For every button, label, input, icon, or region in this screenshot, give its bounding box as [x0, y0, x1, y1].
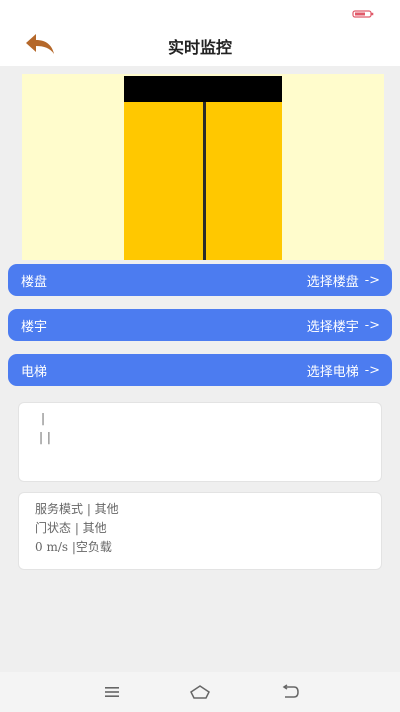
elevator-info-card: 服务模式 | 其他 门状态 | 其他 0 m/s |空负载	[18, 492, 382, 570]
service-mode-text: 服务模式 | 其他	[35, 502, 119, 516]
status-line-1: |	[41, 411, 46, 425]
select-building-action[interactable]: 选择楼宇	[307, 316, 359, 335]
elevator-door-right	[206, 102, 282, 260]
home-button[interactable]	[188, 682, 212, 702]
menu-button[interactable]	[100, 682, 124, 702]
property-label: 楼盘	[21, 274, 48, 290]
system-nav-bar	[0, 672, 400, 712]
menu-icon	[105, 687, 119, 697]
page-title: 实时监控	[167, 38, 232, 57]
select-property-row[interactable]: 楼盘 选择楼盘 ->	[8, 264, 392, 296]
select-property-action[interactable]: 选择楼盘	[307, 271, 359, 290]
battery-icon	[352, 10, 374, 18]
arrow-right-icon: ->	[364, 317, 380, 333]
select-elevator-action[interactable]: 选择电梯	[307, 361, 359, 380]
status-line-2: | |	[39, 430, 51, 444]
elevator-visual	[22, 74, 384, 260]
arrow-right-icon: ->	[364, 362, 380, 378]
door-status-text: 门状态 | 其他	[35, 521, 107, 535]
nav-back-button[interactable]	[278, 682, 302, 702]
elevator-door-left	[124, 102, 203, 260]
app-header: 实时监控	[0, 0, 400, 66]
arrow-right-icon: ->	[364, 272, 380, 288]
select-elevator-row[interactable]: 电梯 选择电梯 ->	[8, 354, 392, 386]
building-label: 楼宇	[21, 319, 48, 335]
select-building-row[interactable]: 楼宇 选择楼宇 ->	[8, 309, 392, 341]
back-icon	[282, 684, 299, 698]
elevator-header-bar	[124, 76, 282, 102]
home-icon	[190, 685, 210, 699]
speed-load-text: 0 m/s |空负载	[35, 540, 112, 554]
elevator-label: 电梯	[21, 364, 48, 380]
elevator-status-card: | | |	[18, 402, 382, 482]
